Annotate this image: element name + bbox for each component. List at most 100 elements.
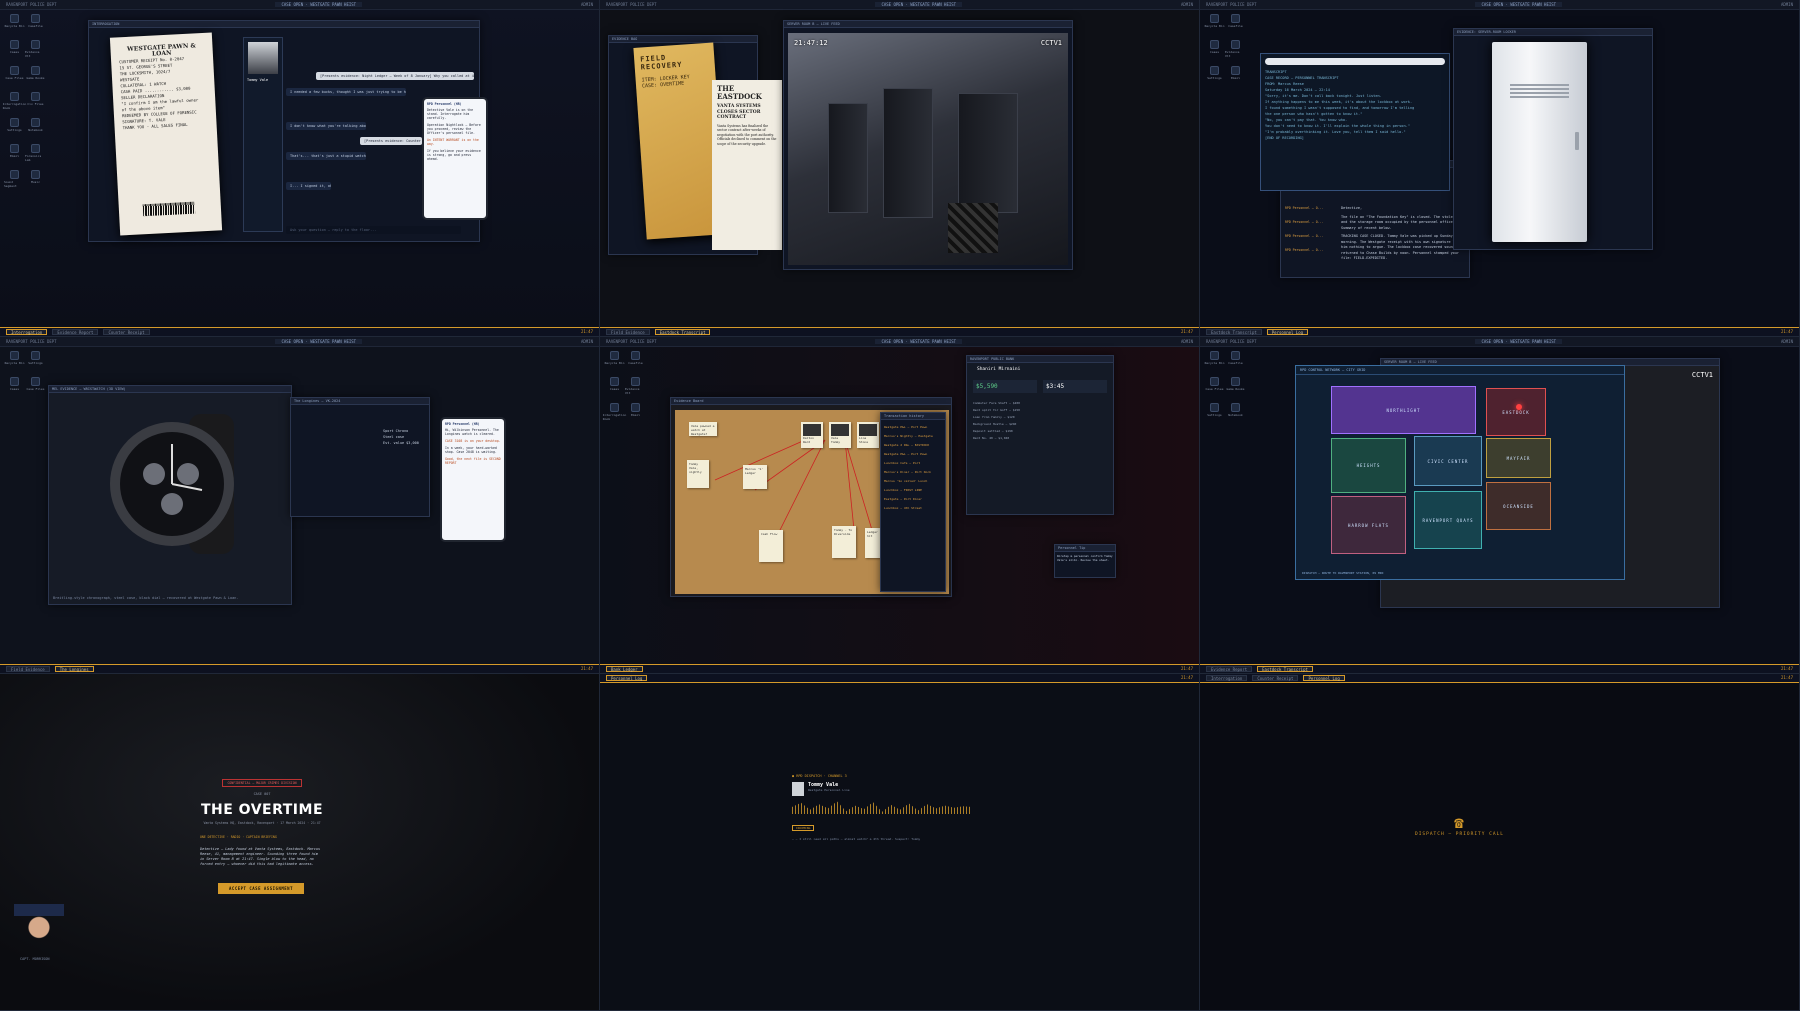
- sound-icon[interactable]: Sound Segment: [4, 170, 25, 190]
- sticky-note[interactable]: Vale pawned a watch at Westgate?: [689, 422, 717, 436]
- evidence-vault-icon[interactable]: Evidence Vlt: [625, 377, 646, 397]
- taskbar-tab[interactable]: Eastdock Transcript: [654, 329, 711, 335]
- ledger-row[interactable]: Eastgate — Port Diner: [884, 495, 942, 504]
- ledger-row[interactable]: Marcus 'So called' Lunch: [884, 477, 942, 486]
- taskbar-tab[interactable]: Bank Ledger: [606, 666, 643, 672]
- suspect-card[interactable]: Dalton Ward: [801, 422, 823, 448]
- evidence-note[interactable]: Tommy Vale, nightly: [687, 460, 709, 488]
- civ-files-icon[interactable]: Civ Files: [25, 92, 46, 112]
- evidence-vault-icon[interactable]: Evidence Vlt: [1225, 40, 1246, 60]
- zone-mayfair[interactable]: MAYFAIR: [1486, 438, 1551, 478]
- taskbar-tab[interactable]: Field Evidence: [606, 329, 650, 335]
- casefile-icon[interactable]: Casefile: [625, 351, 646, 371]
- inbox-item[interactable]: RPD Personnel — O...: [1285, 201, 1335, 215]
- taskbar-tab[interactable]: Evidence Report: [1206, 666, 1253, 672]
- case-files-icon[interactable]: Case Files: [1204, 377, 1225, 397]
- location-pin-icon[interactable]: [1516, 404, 1522, 410]
- server-locker[interactable]: [1492, 42, 1587, 242]
- phone-icon[interactable]: ☎: [1412, 814, 1507, 832]
- case-files-icon[interactable]: Case Files: [4, 66, 25, 86]
- taskbar-tab[interactable]: Interrogation: [1206, 675, 1248, 681]
- evidence-receipt[interactable]: WESTGATE PAWN & LOAN CUSTOMER RECEIPT No…: [109, 32, 223, 236]
- zone-northlight[interactable]: NORTHLIGHT: [1331, 386, 1476, 434]
- evidence-note[interactable]: Marcus 'S' Ledger: [743, 465, 767, 489]
- priority-call[interactable]: ☎ DISPATCH — PRIORITY CALL: [1412, 814, 1507, 838]
- interrogation-icon[interactable]: Interrogation Room: [3, 92, 26, 112]
- ledger-row[interactable]: Marcus's Diner — Port Dock: [884, 468, 942, 477]
- taskbar-tab[interactable]: Field Evidence: [6, 666, 50, 672]
- cases-icon[interactable]: Cases: [1204, 40, 1225, 60]
- dispatch-header: ● RPD DISPATCH · CHANNEL 3: [792, 774, 847, 778]
- accept-case-button[interactable]: ACCEPT CASE ASSIGNMENT: [218, 883, 304, 894]
- inbox-item[interactable]: RPD Personnel — O...: [1285, 243, 1335, 257]
- casefile-icon[interactable]: Casefile: [1225, 351, 1246, 371]
- recycle-bin-icon[interactable]: Recycle Bin: [4, 14, 25, 34]
- email-icon[interactable]: Email: [1225, 66, 1246, 86]
- evidence-note[interactable]: Tommy - To Riverside: [832, 526, 856, 558]
- cases-icon[interactable]: Cases: [604, 377, 625, 397]
- audio-briefing[interactable]: ONE DETECTIVE · RADIO · CAPTAIN BRIEFING: [200, 835, 324, 839]
- settings-icon[interactable]: Settings: [4, 118, 25, 138]
- recycle-bin-icon[interactable]: Recycle Bin: [1204, 351, 1225, 371]
- ledger-row[interactable]: Lunchbox Cafe — Port: [884, 459, 942, 468]
- notebook-icon[interactable]: Notebook: [25, 118, 46, 138]
- cases-icon[interactable]: Cases: [4, 40, 25, 60]
- recycle-bin-icon[interactable]: Recycle Bin: [1204, 14, 1225, 34]
- ledger-row[interactable]: Marcus's Nightly — Eastgate: [884, 432, 942, 441]
- cases-icon[interactable]: Cases: [4, 377, 25, 397]
- ledger-row[interactable]: Westgate P&L — Port Pawn: [884, 423, 942, 432]
- ledger-row[interactable]: Lunchbox — FIRST LINE: [884, 486, 942, 495]
- forensics-icon[interactable]: Forensics Lab: [25, 144, 46, 164]
- ledger-row[interactable]: Westgate P&L — Port Pawn: [884, 450, 942, 459]
- game-rooms-icon[interactable]: Game Rooms: [1225, 377, 1246, 397]
- evidence-vault-icon[interactable]: Evidence Vlt: [25, 40, 46, 60]
- casefile-icon[interactable]: Casefile: [1225, 14, 1246, 34]
- evidence-note[interactable]: Cash Flow: [759, 530, 783, 562]
- zone-harrow-flats[interactable]: HARROW FLATS: [1331, 496, 1406, 554]
- cctv-feed[interactable]: 21:47:12 CCTV1: [788, 33, 1068, 265]
- city-map[interactable]: RPD CONTROL NETWORK — CITY GRID NORTHLIG…: [1295, 365, 1625, 580]
- taskbar-tab[interactable]: Personnel Log: [1303, 675, 1345, 681]
- taskbar-tab[interactable]: Interrogation: [6, 329, 48, 335]
- taskbar-tab[interactable]: Eastdock Transcript: [1257, 666, 1313, 672]
- casefile-icon[interactable]: Casefile: [25, 14, 46, 34]
- zone-oceanside[interactable]: OCEANSIDE: [1486, 482, 1551, 530]
- interrogation-icon[interactable]: Interrogation Room: [603, 403, 626, 423]
- game-rooms-icon[interactable]: Game Rooms: [25, 66, 46, 86]
- taskbar-tab[interactable]: Personnel Log: [606, 675, 648, 681]
- ledger-row[interactable]: Westgate 2 P&L — EASTDOCK: [884, 441, 942, 450]
- case-files-icon[interactable]: Case Files: [25, 377, 46, 397]
- suspect-card[interactable]: Lina Stone: [857, 422, 879, 448]
- ledger-row[interactable]: Lunchbox — 4th Street: [884, 504, 942, 513]
- email-icon[interactable]: Email: [625, 403, 646, 423]
- settings-icon[interactable]: Settings: [25, 351, 46, 371]
- newspaper-clipping[interactable]: THE EASTDOCK VANTA SYSTEMS CLOSES SECTOR…: [712, 80, 782, 250]
- email-icon[interactable]: Email: [4, 144, 25, 164]
- music-icon[interactable]: Music: [25, 170, 46, 190]
- settings-icon[interactable]: Settings: [1204, 66, 1225, 86]
- inbox-item[interactable]: RPD Personnel — O...: [1285, 229, 1335, 243]
- inbox-item[interactable]: RPD Personnel — O...: [1285, 215, 1335, 229]
- settings-icon[interactable]: Settings: [1204, 403, 1225, 423]
- taskbar-tab[interactable]: Personnel Log: [1266, 329, 1309, 335]
- taskbar-tab[interactable]: Evidence Report: [52, 329, 99, 335]
- locker-handle[interactable]: [1575, 132, 1579, 150]
- taskbar-tab[interactable]: Counter Receipt: [103, 329, 150, 335]
- audio-player[interactable]: [1265, 58, 1445, 65]
- recycle-bin-icon[interactable]: Recycle Bin: [4, 351, 25, 371]
- taskbar-tab[interactable]: Eastdock Transcript: [1206, 329, 1262, 335]
- recycle-bin-icon[interactable]: Recycle Bin: [604, 351, 625, 371]
- zone-civic-center[interactable]: CIVIC CENTER: [1414, 436, 1482, 486]
- hr-phone[interactable]: RPD Personnel (HR) Hi, Wilkinson Personn…: [440, 417, 506, 542]
- zone-eastdock[interactable]: EASTDOCK: [1486, 388, 1546, 436]
- wristwatch-image[interactable]: [94, 404, 254, 564]
- chat-input[interactable]: Ask your question — reply to the floor..…: [286, 226, 461, 234]
- taskbar-tab[interactable]: The Longines: [54, 666, 94, 672]
- suspect-card[interactable]: Vale Tommy: [829, 422, 851, 448]
- taskbar-tab[interactable]: Counter Receipt: [1252, 675, 1299, 681]
- zone-ravenport-quays[interactable]: RAVENPORT QUAYS: [1414, 491, 1482, 549]
- zone-heights[interactable]: HEIGHTS: [1331, 438, 1406, 493]
- notification-toast[interactable]: Personnel Tip Wiretap & personnel confir…: [1054, 544, 1116, 578]
- hr-phone[interactable]: RPD Personnel (HR) Detective Vale is on …: [422, 97, 488, 220]
- notebook-icon[interactable]: Notebook: [1225, 403, 1246, 423]
